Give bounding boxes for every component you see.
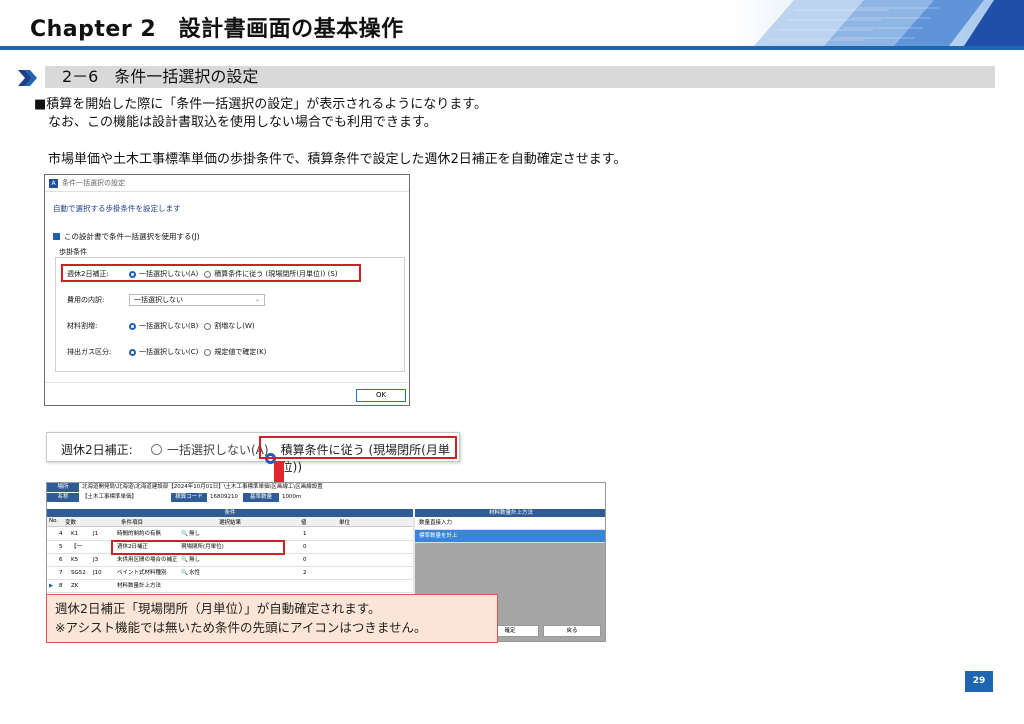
zoom-radio-no-bulk[interactable]: 一括選択しない(A) <box>151 441 269 458</box>
highlight-box <box>61 264 361 282</box>
radio-no-surcharge-w[interactable]: 割増なし(W) <box>204 321 255 331</box>
group-label: 歩掛条件 <box>59 248 87 256</box>
row-emission-class: 排出ガス区分: 一括選択しない(C) 規定値で確定(K) <box>67 347 272 357</box>
header-divider <box>0 46 1024 50</box>
dialog-title: 条件一括選択の設定 <box>62 179 125 187</box>
section-chevron-icon <box>18 70 38 90</box>
row-label: 費用の内訳: <box>67 296 105 304</box>
zoom-label: 週休2日補正: <box>61 443 133 457</box>
radio-unselected-icon <box>151 444 162 455</box>
body-line-3: 市場単価や土木工事標準単価の歩掛条件で、積算条件で設定した週休2日補正を自動確定… <box>48 152 627 167</box>
table-row[interactable]: 6 K5 J3 未供用区間の場合の補正 🔍 無し 0 <box>47 554 413 567</box>
callout-line-2: ※アシスト機能では無いため条件の先頭にアイコンはつきません。 <box>55 620 427 635</box>
checkbox-label: この設計書で条件一括選択を使用する(J) <box>64 232 200 241</box>
info-row-location: 場所 北海道開発局\北海道\北海道建設部【2024年10月01日】\土木工事標準… <box>47 483 323 492</box>
body-line-1: ■積算を開始した際に「条件一括選択の設定」が表示されるようになります。 <box>34 97 487 112</box>
row-cost-breakdown: 費用の内訳: 一括選択しない ⌄ <box>67 294 265 306</box>
panel-title: 材料数量計上方法 <box>415 509 605 517</box>
dialog-footer-divider <box>45 382 409 383</box>
chapter-title: Chapter 2 設計書画面の基本操作 <box>30 17 404 42</box>
radio-unselected-icon <box>204 348 212 356</box>
radio-default-k[interactable]: 規定値で確定(K) <box>204 347 266 357</box>
back-button[interactable]: 戻る <box>543 625 601 637</box>
table-row[interactable]: ▶ 8 ZK 材料数量計上方法 <box>47 580 413 593</box>
radio-no-bulk-b[interactable]: 一括選択しない(B) <box>129 321 198 331</box>
header-building-image <box>734 0 1024 46</box>
app-icon: A <box>49 178 58 188</box>
row-label: 材料割増: <box>67 322 98 330</box>
radio-selected-icon <box>129 348 136 356</box>
panel-option-direct-input[interactable]: 数量直接入力 <box>415 517 605 530</box>
use-bulk-select-checkbox[interactable]: この設計書で条件一括選択を使用する(J) <box>53 231 200 242</box>
building-graphic <box>734 0 1024 46</box>
ok-button[interactable]: OK <box>356 389 406 402</box>
radio-unselected-icon <box>204 322 212 330</box>
cost-breakdown-select[interactable]: 一括選択しない ⌄ <box>129 294 265 306</box>
highlight-box <box>259 436 457 459</box>
zoomed-option-strip: 週休2日補正: 一括選択しない(A) 積算条件に従う (現場閉所(月単位)) <box>46 432 460 474</box>
row-label: 排出ガス区分: <box>67 348 112 356</box>
info-row-name: 名称 【土木工事標準単価】 積算コード 16809210 基準数量 1000m <box>47 493 301 502</box>
body-line-2: なお、この機能は設計書取込を使用しない場合でも利用できます。 <box>48 115 437 130</box>
page-number: 29 <box>965 671 993 692</box>
radio-no-bulk-c[interactable]: 一括選択しない(C) <box>129 347 198 357</box>
table-header-row: No. 変数 条件項目 選択結果 値 単位 <box>47 517 413 527</box>
radio-selected-icon <box>129 322 136 330</box>
chevron-down-icon: ⌄ <box>254 296 260 303</box>
panel-option-standard[interactable]: 標準数量を計上 <box>415 530 605 543</box>
settings-dialog: A 条件一括選択の設定 自動で選択する歩掛条件を設定します この設計書で条件一括… <box>44 174 410 406</box>
section-title: 2－6 条件一括選択の設定 <box>62 67 259 86</box>
dialog-heading: 自動で選択する歩掛条件を設定します <box>53 204 181 213</box>
checkbox-checked-icon <box>53 233 60 240</box>
callout-note: 週休2日補正「現場閉所（月単位）」が自動確定されます。 ※アシスト機能では無いた… <box>46 594 498 643</box>
table-title: 条件 <box>47 509 413 517</box>
page-header: Chapter 2 設計書画面の基本操作 <box>0 0 1024 50</box>
highlight-box <box>111 540 285 555</box>
dialog-titlebar: A 条件一括選択の設定 <box>45 175 409 192</box>
callout-line-1: 週休2日補正「現場閉所（月単位）」が自動確定されます。 <box>55 601 381 616</box>
row-material-surcharge: 材料割増: 一括選択しない(B) 割増なし(W) <box>67 321 261 331</box>
table-row[interactable]: 7 SG52 J10 ペイント式材料種別 🔍 水性 2 <box>47 567 413 580</box>
